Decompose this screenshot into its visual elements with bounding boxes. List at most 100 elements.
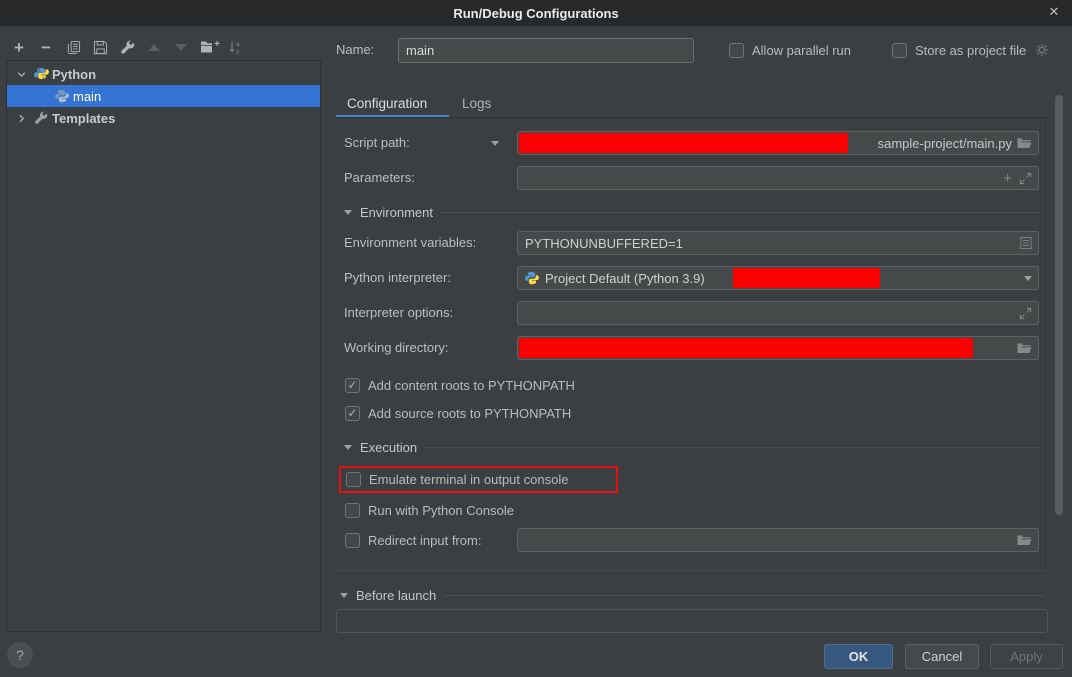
add-source-roots-row: ✓ Add source roots to PYTHONPATH [345,402,571,424]
help-icon: ? [16,647,24,663]
parameters-label: Parameters: [344,166,415,190]
allow-parallel-run-row: ✓ Allow parallel run [729,39,851,61]
environment-section-label: Environment [360,205,433,220]
templates-wrench-icon [33,110,49,126]
working-directory-label: Working directory: [344,336,449,360]
edit-variables-icon[interactable] [1020,236,1032,250]
content-pane-border [1045,118,1046,570]
add-configuration-icon[interactable]: + [10,38,28,56]
redirect-input-row: ✓ Redirect input from: [345,529,481,551]
collapse-triangle-icon[interactable] [344,210,352,215]
run-with-python-console-label: Run with Python Console [368,503,514,518]
python-interpreter-label: Python interpreter: [344,266,451,290]
tab-configuration[interactable]: Configuration [347,96,427,111]
chevron-down-icon[interactable] [15,68,27,80]
browse-folder-icon[interactable] [1016,534,1032,547]
interpreter-options-field[interactable] [517,301,1039,325]
vertical-scrollbar[interactable] [1055,95,1063,515]
dialog-title: Run/Debug Configurations [453,6,618,21]
emulate-terminal-checkbox[interactable]: ✓ [346,472,361,487]
move-up-icon[interactable] [145,38,163,56]
run-with-python-console-row: ✓ Run with Python Console [345,499,514,521]
move-down-icon[interactable] [172,38,190,56]
redirect-input-checkbox[interactable]: ✓ [345,533,360,548]
environment-variables-label: Environment variables: [344,231,476,255]
tab-logs[interactable]: Logs [462,96,491,111]
browse-folder-icon[interactable] [1016,342,1032,355]
name-input[interactable]: main [398,38,694,63]
add-source-roots-label: Add source roots to PYTHONPATH [368,406,571,421]
allow-parallel-run-checkbox[interactable]: ✓ [729,43,744,58]
cancel-button[interactable]: Cancel [905,644,979,669]
script-path-dropdown-icon[interactable] [491,141,499,146]
allow-parallel-run-label: Allow parallel run [752,43,851,58]
python-logo-icon [525,271,539,285]
gear-icon[interactable] [1035,43,1049,57]
store-as-project-file-row: ✓ Store as project file [892,39,1049,61]
section-divider [444,595,1044,596]
environment-section-header[interactable]: Environment [344,205,1040,220]
store-as-project-file-checkbox[interactable]: ✓ [892,43,907,58]
name-value: main [406,43,434,58]
section-divider [425,447,1040,448]
remove-configuration-icon[interactable]: − [37,38,55,56]
run-with-python-console-checkbox[interactable]: ✓ [345,503,360,518]
tree-item-python[interactable]: Python [7,63,320,85]
content-pane-border-bottom [336,570,1046,571]
section-divider [441,212,1040,213]
python-file-icon [54,88,70,104]
apply-button[interactable]: Apply [990,644,1063,669]
svg-text:a: a [236,41,240,48]
add-content-roots-row: ✓ Add content roots to PYTHONPATH [345,374,575,396]
tree-item-label: main [73,89,101,104]
tree-item-templates[interactable]: Templates [7,107,320,129]
before-launch-section-header[interactable]: Before launch [340,588,1044,603]
python-logo-icon [33,66,49,82]
add-source-roots-checkbox[interactable]: ✓ [345,406,360,421]
add-content-roots-checkbox[interactable]: ✓ [345,378,360,393]
configurations-tree: Python main Templates [6,60,321,632]
redirect-input-field[interactable] [517,528,1039,552]
store-as-project-file-label: Store as project file [915,43,1026,58]
expand-field-icon[interactable] [1019,307,1032,320]
add-macro-icon[interactable]: + [1003,170,1012,187]
redaction-overlay [519,338,973,358]
new-folder-icon[interactable]: + [199,38,217,56]
before-launch-task-list[interactable] [336,609,1048,633]
execution-section-header[interactable]: Execution [344,440,1040,455]
script-path-label: Script path: [344,131,410,155]
chevron-right-icon[interactable] [15,112,27,124]
close-icon[interactable]: ✕ [1045,3,1063,21]
redirect-input-label: Redirect input from: [368,533,481,548]
emulate-terminal-label: Emulate terminal in output console [369,472,568,487]
environment-variables-field[interactable]: PYTHONUNBUFFERED=1 [517,231,1039,255]
execution-section-label: Execution [360,440,417,455]
copy-configuration-icon[interactable] [64,38,82,56]
parameters-field[interactable]: + [517,166,1039,190]
edit-templates-icon[interactable] [118,38,136,56]
sort-configurations-icon[interactable]: az [226,38,244,56]
environment-variables-value: PYTHONUNBUFFERED=1 [525,236,683,251]
tab-divider [336,117,1050,118]
name-label: Name: [336,38,374,62]
expand-field-icon[interactable] [1019,172,1032,185]
interpreter-options-label: Interpreter options: [344,301,453,325]
python-interpreter-value: Project Default (Python 3.9) [545,271,705,286]
tree-item-main[interactable]: main [7,85,320,107]
configurations-toolbar: + − + az [10,36,244,58]
emulate-terminal-highlight-box: ✓ Emulate terminal in output console [339,466,618,493]
save-configuration-icon[interactable] [91,38,109,56]
collapse-triangle-icon[interactable] [344,445,352,450]
collapse-triangle-icon[interactable] [340,593,348,598]
before-launch-section-label: Before launch [356,588,436,603]
interpreter-dropdown-icon[interactable] [1024,276,1032,281]
help-button[interactable]: ? [7,642,33,668]
svg-text:z: z [236,49,239,55]
redaction-overlay [519,133,848,153]
redaction-overlay [733,268,880,288]
script-path-value: sample-project/main.py [878,136,1012,151]
browse-folder-icon[interactable] [1016,137,1032,150]
dialog-titlebar: Run/Debug Configurations ✕ [0,0,1072,26]
ok-button[interactable]: OK [824,644,893,669]
tree-item-label: Templates [52,111,115,126]
